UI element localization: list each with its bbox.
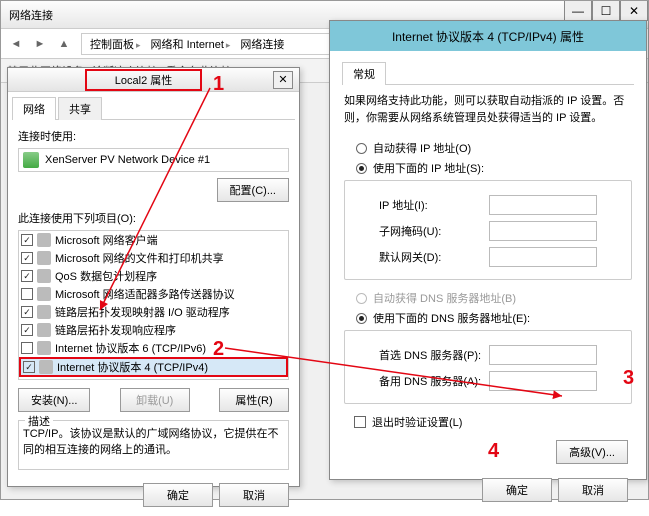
checkbox[interactable] [21, 288, 33, 300]
device-name-box: XenServer PV Network Device #1 [18, 148, 289, 172]
ip-input[interactable] [489, 195, 597, 215]
dns1-input[interactable] [489, 345, 597, 365]
ip-group: IP 地址(I): 子网掩码(U): 默认网关(D): [344, 180, 632, 280]
mask-input[interactable] [489, 221, 597, 241]
close-icon[interactable]: ✕ [273, 71, 293, 89]
close-button[interactable]: ✕ [620, 1, 648, 21]
back-button[interactable]: ◄ [5, 33, 27, 55]
protocol-icon [37, 269, 51, 283]
radio-use-dns[interactable] [356, 313, 367, 324]
description-box: 描述 TCP/IP。该协议是默认的广域网络协议，它提供在不同的相互连接的网络上的… [18, 420, 289, 470]
protocol-icon [37, 323, 51, 337]
advanced-button[interactable]: 高级(V)... [556, 440, 628, 464]
crumb-network-internet[interactable]: 网络和 Internet [147, 36, 237, 52]
checkbox[interactable] [23, 361, 35, 373]
dns1-label: 首选 DNS 服务器(P): [379, 347, 489, 363]
tab-general[interactable]: 常规 [342, 62, 386, 85]
tab-networking[interactable]: 网络 [12, 97, 56, 120]
ipv4-properties-dialog: Internet 协议版本 4 (TCP/IPv4) 属性 常规 如果网络支持此… [329, 20, 647, 480]
protocol-icon [37, 287, 51, 301]
radio-auto-dns [356, 293, 367, 304]
ok-button[interactable]: 确定 [482, 478, 552, 502]
checkbox[interactable] [21, 342, 33, 354]
cancel-button[interactable]: 取消 [219, 483, 289, 507]
protocol-icon [37, 305, 51, 319]
crumb-network-connections[interactable]: 网络连接 [236, 36, 288, 52]
nic-icon [23, 152, 39, 168]
checkbox[interactable] [21, 306, 33, 318]
dns2-input[interactable] [489, 371, 597, 391]
validate-checkbox[interactable] [354, 416, 366, 428]
protocol-icon [39, 360, 53, 374]
checkbox[interactable] [21, 270, 33, 282]
protocol-icon [37, 251, 51, 265]
crumb-control-panel[interactable]: 控制面板 [86, 36, 147, 52]
items-label: 此连接使用下列项目(O): [18, 210, 289, 226]
configure-button[interactable]: 配置(C)... [217, 178, 289, 202]
adapter-properties-dialog: Local2 属性 ✕ 网络 共享 连接时使用: XenServer PV Ne… [7, 67, 300, 487]
uninstall-button: 卸载(U) [120, 388, 190, 412]
protocol-list[interactable]: Microsoft 网络客户端 Microsoft 网络的文件和打印机共享 Qo… [18, 230, 289, 380]
checkbox[interactable] [21, 252, 33, 264]
dns-group: 首选 DNS 服务器(P): 备用 DNS 服务器(A): [344, 330, 632, 404]
checkbox[interactable] [21, 234, 33, 246]
dns2-label: 备用 DNS 服务器(A): [379, 373, 489, 389]
protocol-icon [37, 233, 51, 247]
intro-text: 如果网络支持此功能，则可以获取自动指派的 IP 设置。否则，你需要从网络系统管理… [344, 93, 632, 126]
gateway-input[interactable] [489, 247, 597, 267]
gateway-label: 默认网关(D): [379, 249, 489, 265]
radio-auto-ip[interactable] [356, 143, 367, 154]
min-button[interactable]: — [564, 1, 592, 21]
install-button[interactable]: 安装(N)... [18, 388, 90, 412]
connect-using-label: 连接时使用: [18, 128, 289, 144]
device-name: XenServer PV Network Device #1 [45, 154, 210, 166]
dialog-titlebar: Local2 属性 ✕ [8, 68, 299, 92]
window-title: 网络连接 [9, 7, 53, 23]
item-ipv4[interactable]: Internet 协议版本 4 (TCP/IPv4) [19, 357, 288, 377]
max-button[interactable]: ☐ [592, 1, 620, 21]
description-text: TCP/IP。该协议是默认的广域网络协议，它提供在不同的相互连接的网络上的通讯。 [23, 428, 278, 456]
forward-button[interactable]: ► [29, 33, 51, 55]
description-legend: 描述 [25, 413, 53, 429]
mask-label: 子网掩码(U): [379, 223, 489, 239]
protocol-icon [37, 341, 51, 355]
ok-button[interactable]: 确定 [143, 483, 213, 507]
radio-use-ip[interactable] [356, 163, 367, 174]
ip-label: IP 地址(I): [379, 197, 489, 213]
properties-button[interactable]: 属性(R) [219, 388, 289, 412]
tab-sharing[interactable]: 共享 [58, 97, 102, 120]
cancel-button[interactable]: 取消 [558, 478, 628, 502]
up-button[interactable]: ▲ [53, 33, 75, 55]
dialog-titlebar: Internet 协议版本 4 (TCP/IPv4) 属性 [330, 21, 646, 51]
dialog-title: Local2 属性 [85, 69, 202, 91]
checkbox[interactable] [21, 324, 33, 336]
